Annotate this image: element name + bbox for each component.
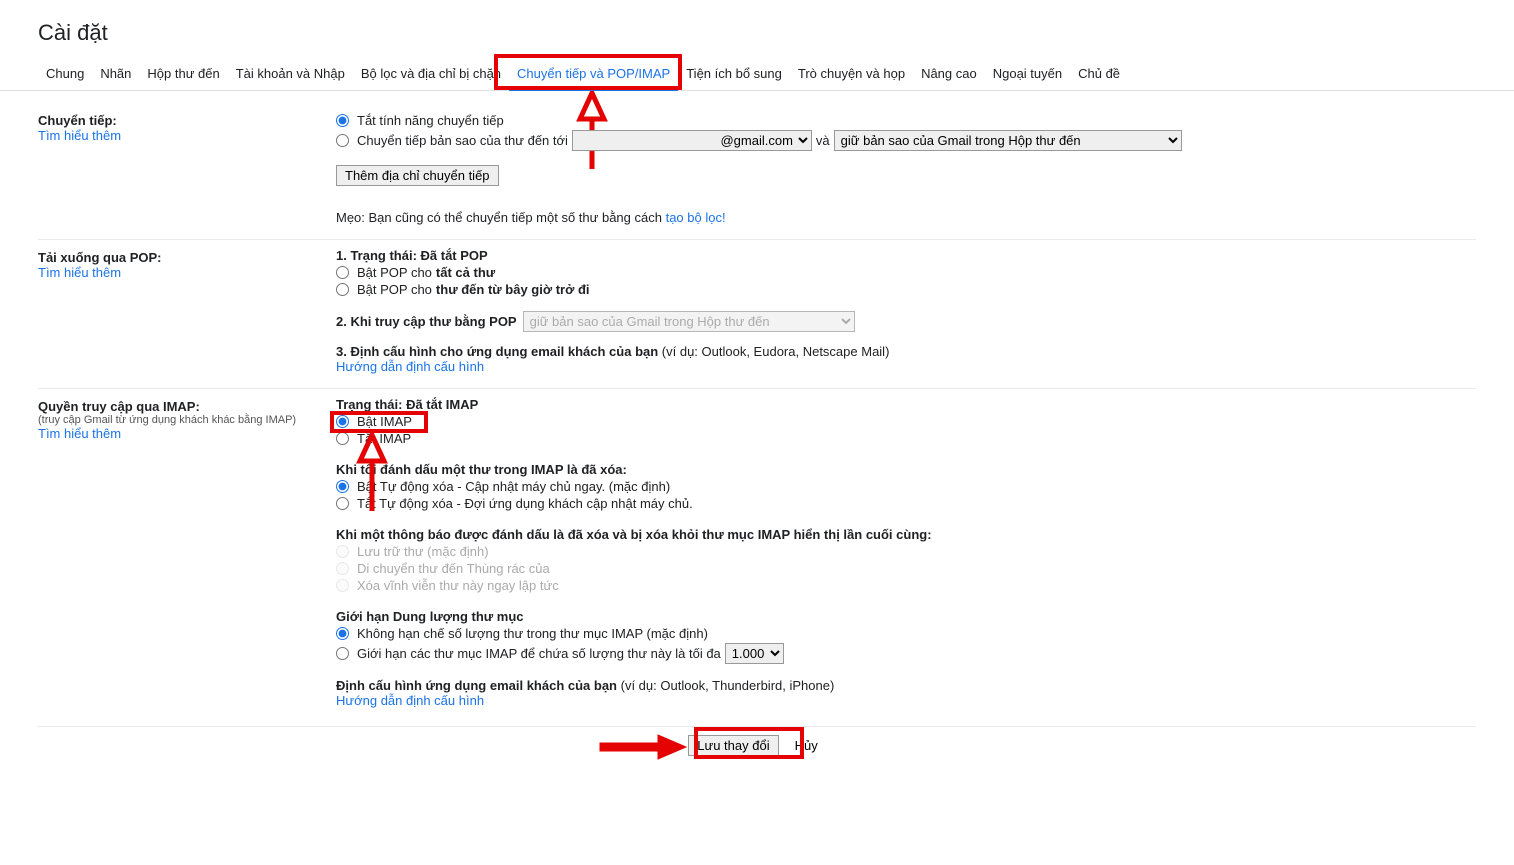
tab-forwarding-pop-imap[interactable]: Chuyển tiếp và POP/IMAP (509, 58, 678, 91)
select-forward-email[interactable]: @gmail.com (572, 130, 812, 151)
radio-imap-off[interactable] (336, 432, 349, 445)
radio-auto-on[interactable] (336, 480, 349, 493)
pop-config-label: 3. Định cấu hình cho ứng dụng email khác… (336, 344, 662, 359)
imap-label: Quyền truy cập qua IMAP: (38, 399, 336, 414)
radio-limit-on[interactable] (336, 647, 349, 660)
imap-status-label: Trạng thái: (336, 397, 406, 412)
imap-sublabel: (truy cập Gmail từ ứng dụng khách khác b… (38, 414, 336, 426)
forward-tip-text: Mẹo: Bạn cũng có thể chuyển tiếp một số … (336, 210, 666, 225)
radio-pop-all[interactable] (336, 266, 349, 279)
pop-now-prefix: Bật POP cho (357, 282, 432, 297)
tab-filters[interactable]: Bộ lọc và địa chỉ bị chặn (353, 58, 509, 90)
forward-and-label: và (816, 133, 830, 148)
pop-status-value: Đã tắt POP (421, 248, 488, 263)
pop-label: Tải xuống qua POP: (38, 250, 336, 265)
removed-trash-label: Di chuyển thư đến Thùng rác của (357, 561, 550, 576)
pop-config-eg: (ví dụ: Outlook, Eudora, Netscape Mail) (662, 344, 890, 359)
radio-imap-on[interactable] (336, 415, 349, 428)
pop-access-label: 2. Khi truy cập thư bằng POP (336, 314, 517, 329)
save-button[interactable]: Lưu thay đổi (688, 735, 778, 756)
radio-forward-copy[interactable] (336, 134, 349, 147)
tab-labels[interactable]: Nhãn (92, 58, 139, 90)
radio-removed-delete (336, 579, 349, 592)
radio-forward-off[interactable] (336, 114, 349, 127)
pop-all-bold: tất cả thư (436, 265, 495, 280)
imap-on-label: Bật IMAP (357, 414, 412, 429)
tab-advanced[interactable]: Nâng cao (913, 58, 985, 90)
section-pop: Tải xuống qua POP: Tìm hiểu thêm 1. Trạn… (38, 240, 1476, 389)
imap-config-eg: (ví dụ: Outlook, Thunderbird, iPhone) (621, 678, 835, 693)
pop-all-prefix: Bật POP cho (357, 265, 432, 280)
radio-limit-off[interactable] (336, 627, 349, 640)
auto-on-label: Bật Tự động xóa - Cập nhật máy chủ ngay.… (357, 479, 670, 494)
limit-off-label: Không hạn chế số lượng thư trong thư mục… (357, 626, 708, 641)
pop-status-label: 1. Trạng thái: (336, 248, 421, 263)
imap-off-label: Tắt IMAP (357, 431, 411, 446)
auto-off-label: Tắt Tự động xóa - Đợi ứng dụng khách cập… (357, 496, 693, 511)
content: Chuyển tiếp: Tìm hiểu thêm Tắt tính năng… (0, 91, 1514, 776)
pop-config-link[interactable]: Hướng dẫn định cấu hình (336, 359, 484, 374)
tab-general[interactable]: Chung (38, 58, 92, 90)
removed-delete-label: Xóa vĩnh viễn thư này ngay lập tức (357, 578, 559, 593)
imap-config-link[interactable]: Hướng dẫn định cấu hình (336, 693, 484, 708)
forwarding-label: Chuyển tiếp: (38, 113, 336, 128)
imap-learn-more-link[interactable]: Tìm hiểu thêm (38, 426, 121, 441)
pop-now-bold: thư đến từ bây giờ trở đi (436, 282, 590, 297)
radio-removed-archive (336, 545, 349, 558)
select-pop-action: giữ bản sao của Gmail trong Hộp thư đến (523, 311, 855, 332)
imap-status-value: Đã tắt IMAP (406, 397, 478, 412)
imap-limit-head: Giới hạn Dung lượng thư mục (336, 609, 1476, 624)
save-row: Lưu thay đổi Hủy (38, 726, 1476, 776)
pop-learn-more-link[interactable]: Tìm hiểu thêm (38, 265, 121, 280)
annotation-arrow-save (598, 733, 688, 761)
tab-offline[interactable]: Ngoại tuyến (985, 58, 1070, 90)
radio-pop-now[interactable] (336, 283, 349, 296)
page-title: Cài đặt (0, 0, 1514, 58)
cancel-button[interactable]: Hủy (787, 735, 826, 756)
removed-archive-label: Lưu trữ thư (mặc định) (357, 544, 489, 559)
forwarding-learn-more-link[interactable]: Tìm hiểu thêm (38, 128, 121, 143)
forward-off-label: Tắt tính năng chuyển tiếp (357, 113, 504, 128)
tab-accounts[interactable]: Tài khoản và Nhập (228, 58, 353, 90)
create-filter-link[interactable]: tạo bộ lọc! (666, 210, 726, 225)
imap-removed-head: Khi một thông báo được đánh dấu là đã xó… (336, 527, 1476, 542)
tab-addons[interactable]: Tiện ích bổ sung (678, 58, 790, 90)
tab-themes[interactable]: Chủ đề (1070, 58, 1128, 90)
forward-copy-label: Chuyển tiếp bản sao của thư đến tới (357, 133, 568, 148)
section-forwarding: Chuyển tiếp: Tìm hiểu thêm Tắt tính năng… (38, 103, 1476, 240)
tab-chat[interactable]: Trò chuyện và họp (790, 58, 913, 90)
section-imap: Quyền truy cập qua IMAP: (truy cập Gmail… (38, 389, 1476, 722)
select-limit-count[interactable]: 1.000 (725, 643, 784, 664)
limit-on-label: Giới hạn các thư mục IMAP để chứa số lượ… (357, 646, 721, 661)
radio-auto-off[interactable] (336, 497, 349, 510)
select-forward-action[interactable]: giữ bản sao của Gmail trong Hộp thư đến (834, 130, 1182, 151)
tab-inbox[interactable]: Hộp thư đến (139, 58, 227, 90)
imap-auto-head: Khi tôi đánh dấu một thư trong IMAP là đ… (336, 462, 1476, 477)
add-forward-address-button[interactable]: Thêm địa chỉ chuyển tiếp (336, 165, 499, 186)
imap-config-label: Định cấu hình ứng dụng email khách của b… (336, 678, 621, 693)
radio-removed-trash (336, 562, 349, 575)
tabs-bar: Chung Nhãn Hộp thư đến Tài khoản và Nhập… (0, 58, 1514, 91)
